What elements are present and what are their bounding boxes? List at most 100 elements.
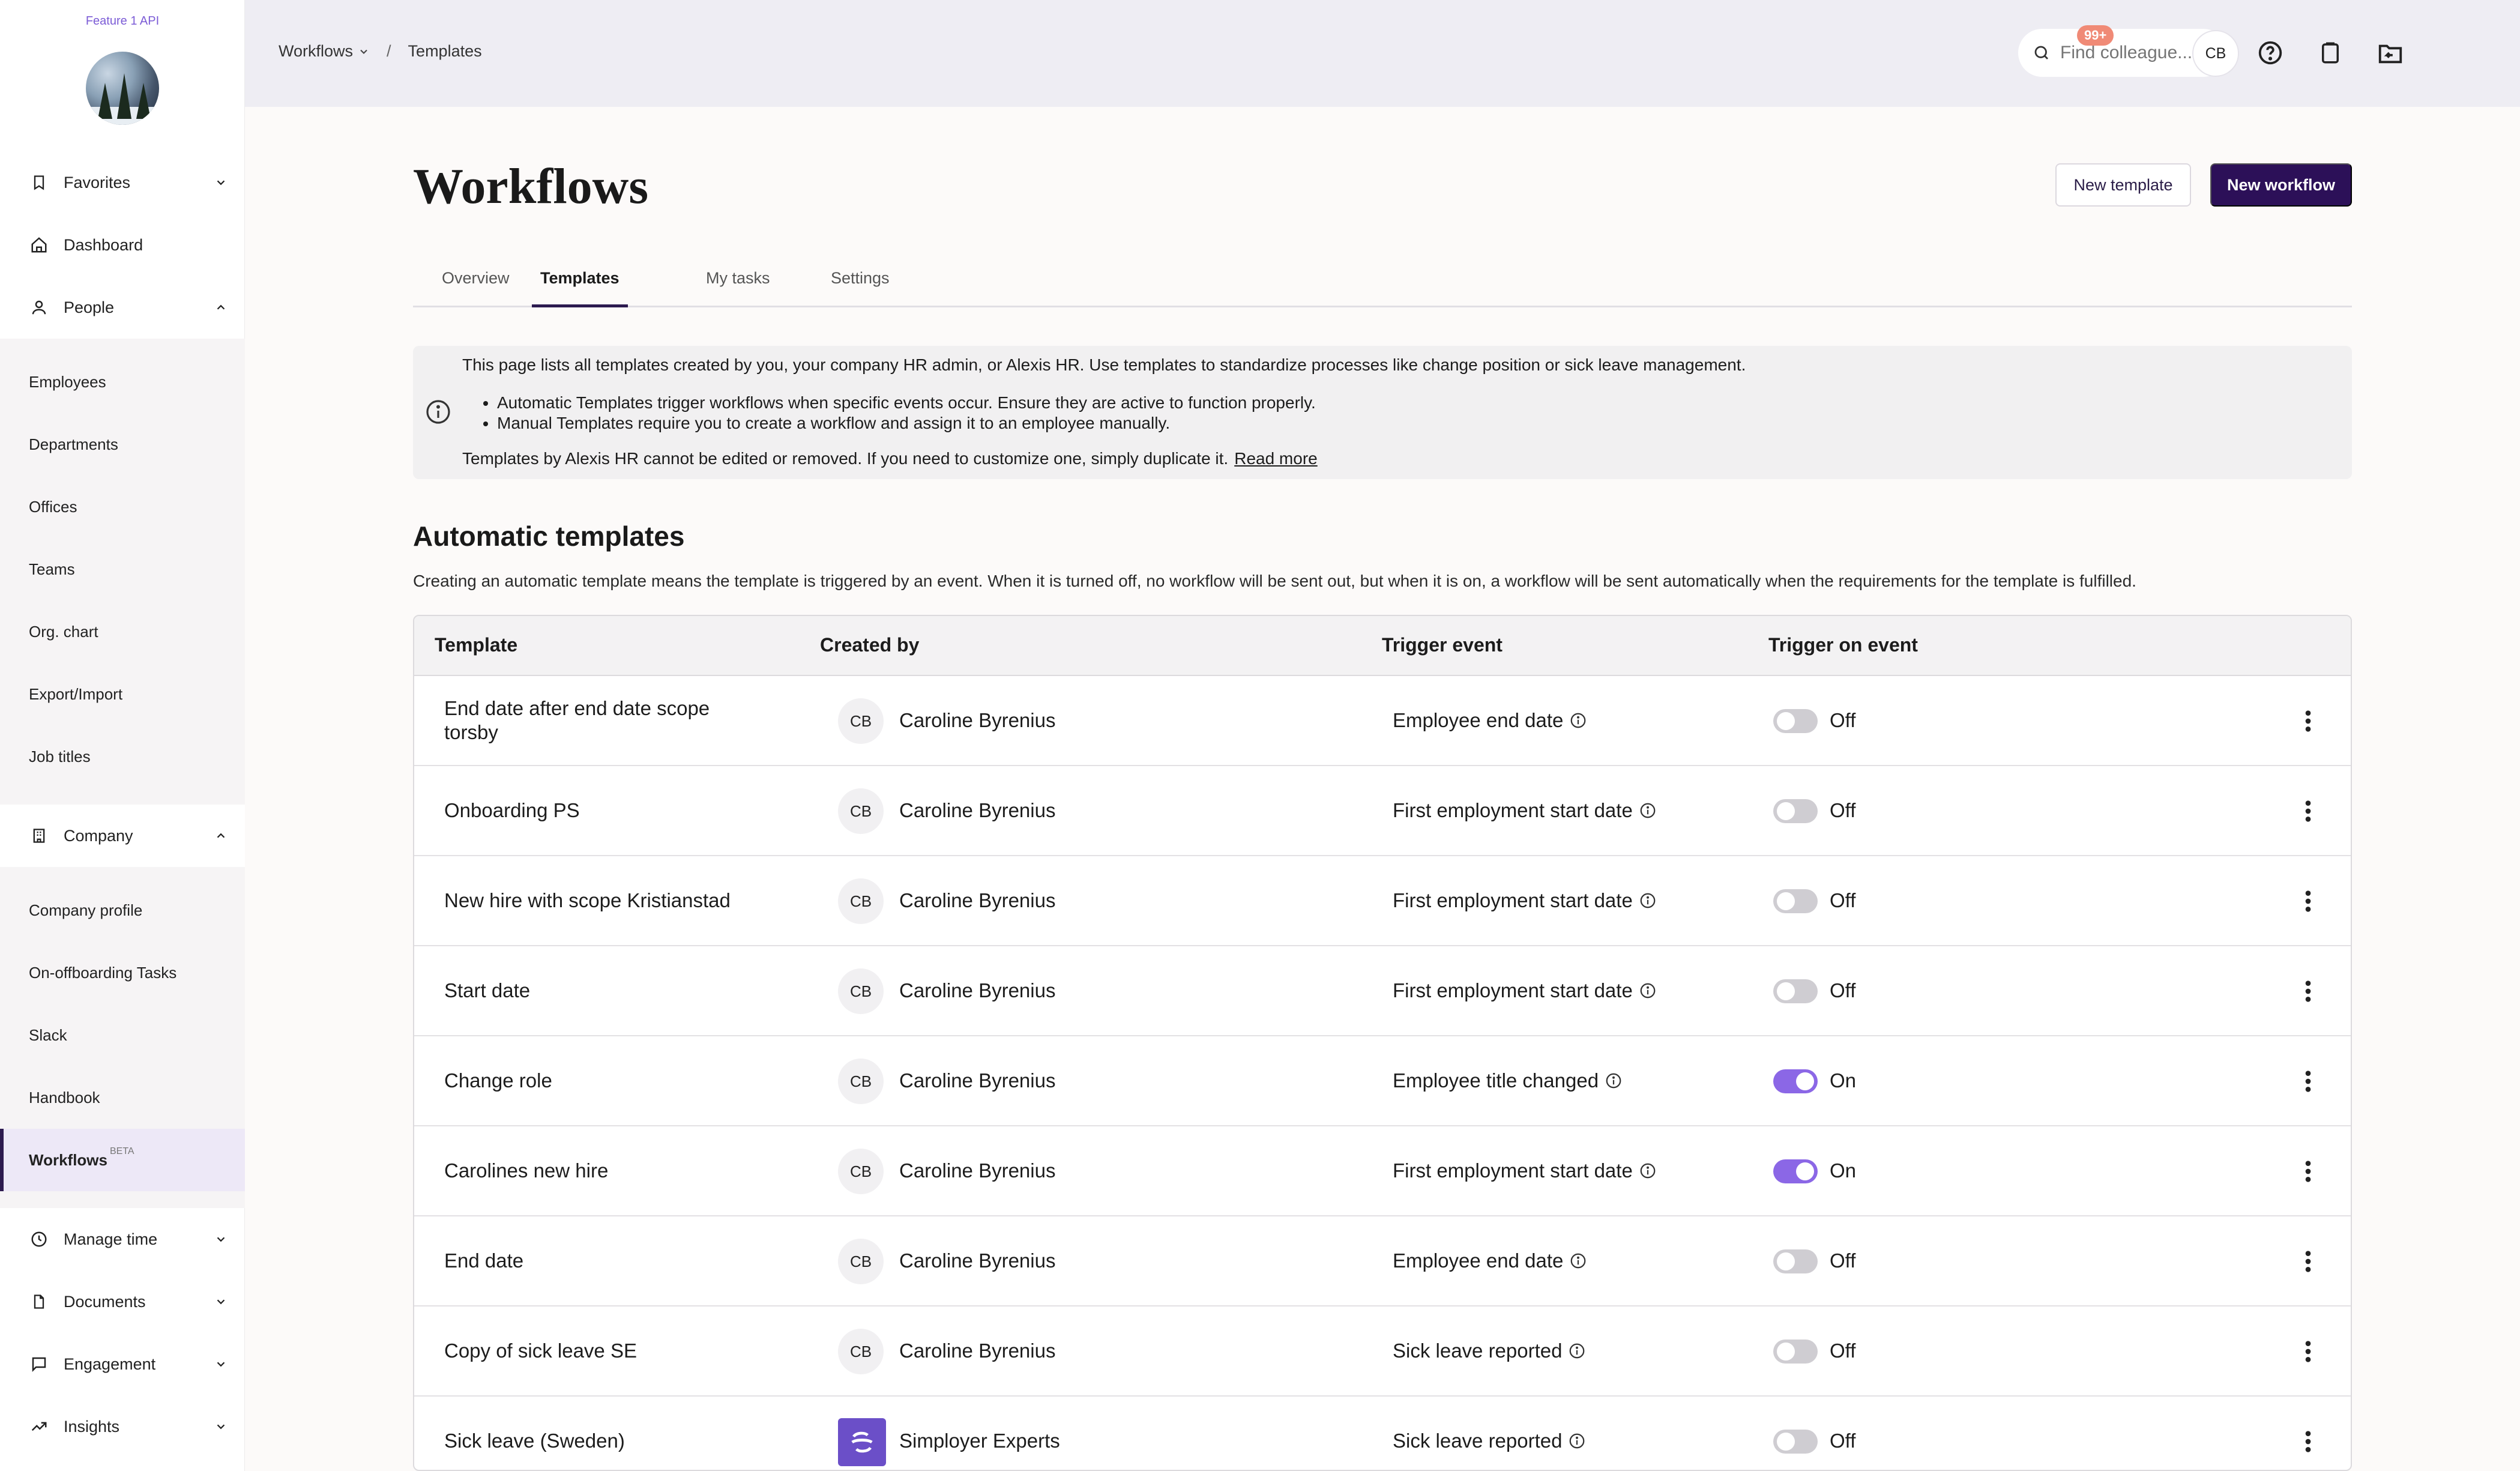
template-name[interactable]: Copy of sick leave SE [444,1339,756,1363]
template-name[interactable]: Sick leave (Sweden) [444,1429,756,1453]
help-icon[interactable] [2255,37,2286,68]
sub-slack[interactable]: Slack [0,1004,245,1066]
col-trigger-event: Trigger event [1382,634,1503,656]
nav-documents[interactable]: Documents [0,1270,245,1333]
template-name[interactable]: Change role [444,1069,756,1093]
info-icon[interactable] [1568,1342,1586,1360]
trigger-event: First employment start date [1393,1159,1657,1182]
table-row[interactable]: End date after end date scope torsby CB … [414,676,2351,766]
sub-handbook[interactable]: Handbook [0,1066,245,1129]
table-row[interactable]: Sick leave (Sweden) Simployer Experts Si… [414,1397,2351,1470]
chevron-up-icon [213,299,229,316]
read-more-link[interactable]: Read more [1234,449,1318,468]
new-template-button[interactable]: New template [2055,163,2191,207]
trigger-toggle[interactable] [1773,979,1818,1003]
info-bullet-2: Manual Templates require you to create a… [497,413,1316,433]
info-icon[interactable] [1605,1072,1623,1090]
trigger-toggle[interactable] [1773,889,1818,913]
tab-overview[interactable]: Overview [442,269,510,307]
info-icon[interactable] [1639,802,1657,820]
beta-badge: BETA [109,1146,134,1156]
table-row[interactable]: Onboarding PS CB Caroline Byrenius First… [414,766,2351,856]
tab-bar: Overview Templates My tasks Settings [413,258,2352,307]
more-options-icon[interactable] [2293,706,2323,736]
trigger-toggle[interactable] [1773,1069,1818,1093]
creator-avatar: CB [838,1149,884,1194]
nav-dashboard[interactable]: Dashboard [0,214,245,276]
nav-favorites[interactable]: Favorites [0,151,245,214]
more-options-icon[interactable] [2293,976,2323,1006]
more-options-icon[interactable] [2293,1427,2323,1457]
more-options-icon[interactable] [2293,886,2323,916]
trigger-event-label: Employee end date [1393,709,1564,731]
tab-settings[interactable]: Settings [831,269,890,307]
nav-company[interactable]: Company [0,805,245,867]
sub-org-chart[interactable]: Org. chart [0,600,245,663]
trigger-event-label: First employment start date [1393,1159,1633,1182]
info-icon[interactable] [1569,711,1587,729]
user-avatar[interactable]: CB [2192,30,2239,77]
template-name[interactable]: Carolines new hire [444,1159,756,1183]
clipboard-icon[interactable] [2315,37,2346,68]
nav-people[interactable]: People [0,276,245,339]
sub-job-titles[interactable]: Job titles [0,725,245,788]
breadcrumb-root[interactable]: Workflows [279,42,353,61]
info-icon[interactable] [1639,892,1657,910]
trigger-toggle[interactable] [1773,1340,1818,1364]
creator-avatar: CB [838,698,884,744]
table-row[interactable]: End date CB Caroline Byrenius Employee e… [414,1216,2351,1306]
table-row[interactable]: Change role CB Caroline Byrenius Employe… [414,1036,2351,1126]
trigger-toggle[interactable] [1773,1249,1818,1273]
info-icon[interactable] [1639,982,1657,1000]
trigger-toggle[interactable] [1773,799,1818,823]
info-icon[interactable] [1569,1252,1587,1270]
template-name[interactable]: End date after end date scope torsby [444,696,756,745]
feature-label: Feature 1 API [85,14,160,28]
sub-departments[interactable]: Departments [0,413,245,476]
more-options-icon[interactable] [2293,1337,2323,1367]
nav-engagement[interactable]: Engagement [0,1333,245,1395]
table-row[interactable]: New hire with scope Kristianstad CB Caro… [414,856,2351,946]
trigger-toggle[interactable] [1773,709,1818,733]
more-options-icon[interactable] [2293,1246,2323,1276]
trigger-event: First employment start date [1393,979,1657,1002]
toggle-state-label: Off [1830,709,1856,731]
nav-manage-time[interactable]: Manage time [0,1208,245,1270]
building-icon [29,826,49,846]
trigger-event-label: First employment start date [1393,799,1633,821]
creator-avatar: CB [838,1239,884,1284]
template-name[interactable]: End date [444,1249,756,1273]
table-row[interactable]: Carolines new hire CB Caroline Byrenius … [414,1126,2351,1216]
sub-export-import[interactable]: Export/Import [0,663,245,725]
info-icon[interactable] [1639,1162,1657,1180]
toggle-state-label: Off [1830,799,1856,821]
sub-employees[interactable]: Employees [0,351,245,413]
trigger-event-label: First employment start date [1393,889,1633,911]
trigger-toggle[interactable] [1773,1159,1818,1183]
tab-my-tasks[interactable]: My tasks [706,269,770,307]
sub-teams[interactable]: Teams [0,538,245,600]
sub-company-profile[interactable]: Company profile [0,879,245,941]
info-banner: This page lists all templates created by… [413,346,2352,479]
tab-templates[interactable]: Templates [532,269,628,307]
chevron-down-icon[interactable] [358,46,370,58]
table-row[interactable]: Copy of sick leave SE CB Caroline Byreni… [414,1306,2351,1397]
trigger-toggle[interactable] [1773,1430,1818,1454]
sub-workflows[interactable]: Workflows BETA [0,1129,245,1191]
col-created-by: Created by [820,634,920,656]
info-icon[interactable] [1568,1432,1586,1450]
template-name[interactable]: Onboarding PS [444,799,756,823]
table-row[interactable]: Start date CB Caroline Byrenius First em… [414,946,2351,1036]
folder-return-icon[interactable] [2375,37,2406,68]
template-name[interactable]: Start date [444,979,756,1003]
more-options-icon[interactable] [2293,1066,2323,1096]
new-workflow-button[interactable]: New workflow [2210,163,2352,207]
trigger-event: First employment start date [1393,889,1657,912]
sub-offices[interactable]: Offices [0,476,245,538]
company-logo[interactable] [86,52,159,125]
template-name[interactable]: New hire with scope Kristianstad [444,889,756,913]
nav-insights[interactable]: Insights [0,1395,245,1458]
more-options-icon[interactable] [2293,796,2323,826]
more-options-icon[interactable] [2293,1156,2323,1186]
sub-onoffboarding[interactable]: On-offboarding Tasks [0,941,245,1004]
